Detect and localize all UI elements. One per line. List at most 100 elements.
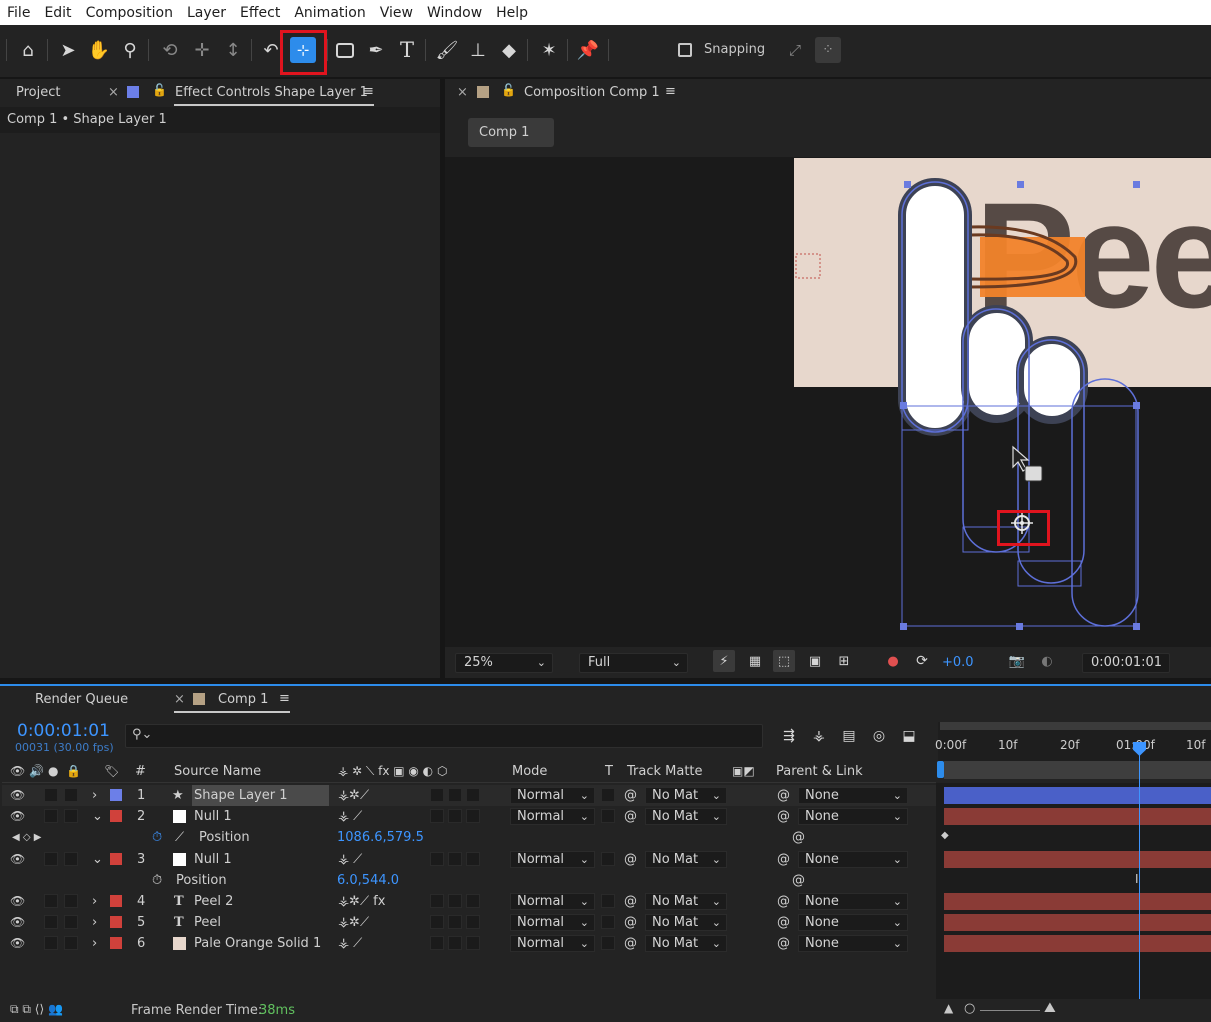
lock-toggle[interactable] — [64, 915, 78, 929]
switch-box[interactable] — [466, 936, 480, 950]
menu-file[interactable]: File — [0, 5, 37, 21]
switch-box[interactable] — [466, 809, 480, 823]
layer-duration-bar[interactable] — [944, 851, 1211, 868]
clone-stamp-tool-icon[interactable]: ⊥ — [465, 37, 491, 63]
layer-name[interactable]: Shape Layer 1 — [192, 785, 329, 806]
layer-label-color[interactable] — [110, 853, 122, 865]
motion-blur-icon[interactable]: ◎ — [868, 725, 890, 747]
home-icon[interactable]: ⌂ — [15, 37, 41, 63]
switch-box[interactable] — [430, 915, 444, 929]
mask-visibility-icon[interactable]: ⬚ — [773, 650, 795, 672]
fast-previews-icon[interactable]: ⚡ — [713, 650, 735, 672]
graph-icon[interactable]: ⟋ — [175, 827, 184, 848]
parent-dropdown[interactable]: None ⌄ — [798, 935, 908, 952]
audio-toggle[interactable] — [44, 936, 58, 950]
switches-icons[interactable]: ⚶ ⟋ — [338, 933, 362, 954]
parent-pickwhip-icon[interactable]: @ — [777, 849, 790, 870]
transparency-grid-icon[interactable]: ▦ — [744, 650, 766, 672]
puppet-pin-tool-icon[interactable]: 📌 — [575, 37, 601, 63]
switch-box[interactable] — [466, 852, 480, 866]
layer-label-color[interactable] — [110, 810, 122, 822]
panel-menu-icon[interactable]: ≡ — [279, 691, 290, 706]
preserve-transparency-toggle[interactable] — [601, 915, 615, 929]
layer-name[interactable]: Pale Orange Solid 1 — [194, 933, 321, 954]
stopwatch-icon[interactable]: ⏱ — [152, 870, 162, 891]
pickwhip-icon[interactable]: @ — [624, 912, 637, 933]
mode-dropdown[interactable]: Normal ⌄ — [510, 935, 595, 952]
resolution-dropdown[interactable]: Full ⌄ — [579, 653, 688, 673]
layer-duration-bar[interactable] — [944, 787, 1211, 804]
snapshot-icon[interactable]: 📷 — [1006, 650, 1028, 672]
parent-dropdown[interactable]: None ⌄ — [798, 808, 908, 825]
switch-box[interactable] — [430, 809, 444, 823]
current-time-display[interactable]: 0:00:01:01 — [17, 721, 110, 741]
preserve-transparency-toggle[interactable] — [601, 894, 615, 908]
menu-help[interactable]: Help — [489, 5, 535, 21]
parent-dropdown[interactable]: None ⌄ — [798, 787, 908, 804]
pickwhip-icon[interactable]: @ — [624, 849, 637, 870]
pen-tool-icon[interactable]: ✒ — [363, 37, 389, 63]
track-matte-dropdown[interactable]: No Mat ⌄ — [645, 893, 727, 910]
pickwhip-icon[interactable]: @ — [624, 785, 637, 806]
work-area-bar[interactable] — [940, 722, 1211, 730]
parent-pickwhip-icon[interactable]: @ — [777, 891, 790, 912]
parent-pickwhip-icon[interactable]: @ — [777, 912, 790, 933]
switches-icons[interactable]: ⚶ ⟋ — [338, 806, 362, 827]
menu-composition[interactable]: Composition — [79, 5, 180, 21]
parent-pickwhip-icon[interactable]: @ — [777, 785, 790, 806]
track-matte-dropdown[interactable]: No Mat ⌄ — [645, 808, 727, 825]
layer-row[interactable]: 👁 › 6 Pale Orange Solid 1 ⚶ ⟋ Normal ⌄ @ … — [2, 933, 936, 954]
snapping-checkbox[interactable] — [678, 43, 692, 57]
audio-toggle[interactable] — [44, 915, 58, 929]
lock-icon[interactable]: 🔓 — [152, 83, 167, 97]
menu-window[interactable]: Window — [420, 5, 489, 21]
zoom-slider-handle[interactable]: ○ — [964, 1001, 975, 1016]
lock-icon[interactable]: 🔓 — [501, 83, 516, 97]
eye-icon[interactable]: 👁 — [10, 849, 25, 870]
eraser-tool-icon[interactable]: ◆ — [496, 37, 522, 63]
snap-points-icon[interactable]: ⁘ — [815, 37, 841, 63]
close-icon[interactable]: × — [174, 692, 185, 707]
comp-breadcrumb[interactable]: Comp 1 — [468, 118, 554, 147]
tab-composition[interactable]: Composition Comp 1 — [524, 85, 660, 100]
graph-editor-icon[interactable]: ⬓ — [898, 725, 920, 747]
chevron-down-icon[interactable]: ⌄ — [92, 806, 103, 827]
tab-comp[interactable]: Comp 1 — [218, 692, 268, 707]
chevron-right-icon[interactable]: › — [92, 785, 97, 806]
eye-icon[interactable]: 👁 — [10, 785, 25, 806]
show-snapshot-icon[interactable]: ◐ — [1036, 650, 1058, 672]
switches-icons[interactable]: ⚶ ⟋ — [338, 849, 362, 870]
layer-row[interactable]: 👁 ⌄ 2 Null 1 ⚶ ⟋ Normal ⌄ @ No Mat ⌄ @ Non… — [2, 806, 936, 827]
audio-toggle[interactable] — [44, 894, 58, 908]
layer-row[interactable]: 👁 ⌄ 3 Null 1 ⚶ ⟋ Normal ⌄ @ No Mat ⌄ @ Non… — [2, 849, 936, 870]
chevron-right-icon[interactable]: › — [92, 912, 97, 933]
menu-view[interactable]: View — [373, 5, 420, 21]
tab-render-queue[interactable]: Render Queue — [35, 692, 128, 707]
region-of-interest-icon[interactable]: ▣ — [804, 650, 826, 672]
parent-pickwhip-icon[interactable]: @ — [777, 933, 790, 954]
footer-toggle-icons[interactable]: ⧉ ⧉ ⟨⟩ 👥 — [10, 1002, 63, 1017]
position-value[interactable]: 1086.6,579.5 — [337, 827, 424, 848]
zoom-slider-track[interactable] — [980, 1010, 1040, 1011]
pickwhip-icon[interactable]: @ — [624, 891, 637, 912]
panel-menu-icon[interactable]: ≡ — [665, 84, 676, 99]
position-value[interactable]: 6.0,544.0 — [337, 870, 399, 891]
layer-duration-bar[interactable] — [944, 914, 1211, 931]
switches-icons[interactable]: ⚶✲⟋ fx — [338, 891, 385, 912]
snap-edges-icon[interactable]: ⤢ — [782, 37, 808, 63]
frame-blending-icon[interactable]: ▤ — [838, 725, 860, 747]
parent-dropdown[interactable]: None ⌄ — [798, 914, 908, 931]
switches-icons[interactable]: ⚶✲⟋ — [338, 912, 369, 933]
expression-pickwhip-icon[interactable]: @ — [792, 827, 805, 848]
mode-dropdown[interactable]: Normal ⌄ — [510, 808, 595, 825]
brush-tool-icon[interactable]: 🖌 — [434, 37, 460, 63]
tab-project[interactable]: Project — [16, 85, 60, 100]
close-icon[interactable]: × — [457, 85, 468, 100]
zoom-in-icon[interactable]: ⛰ — [1044, 1000, 1056, 1016]
type-tool-icon[interactable]: T — [394, 37, 420, 63]
panel-menu-icon[interactable]: ≡ — [363, 84, 374, 99]
switches-icons[interactable]: ⚶✲⟋ — [338, 785, 369, 806]
chevron-right-icon[interactable]: › — [92, 891, 97, 912]
property-row[interactable]: ⏱ Position 6.0,544.0 @ — [2, 870, 936, 891]
layer-label-color[interactable] — [110, 789, 122, 801]
